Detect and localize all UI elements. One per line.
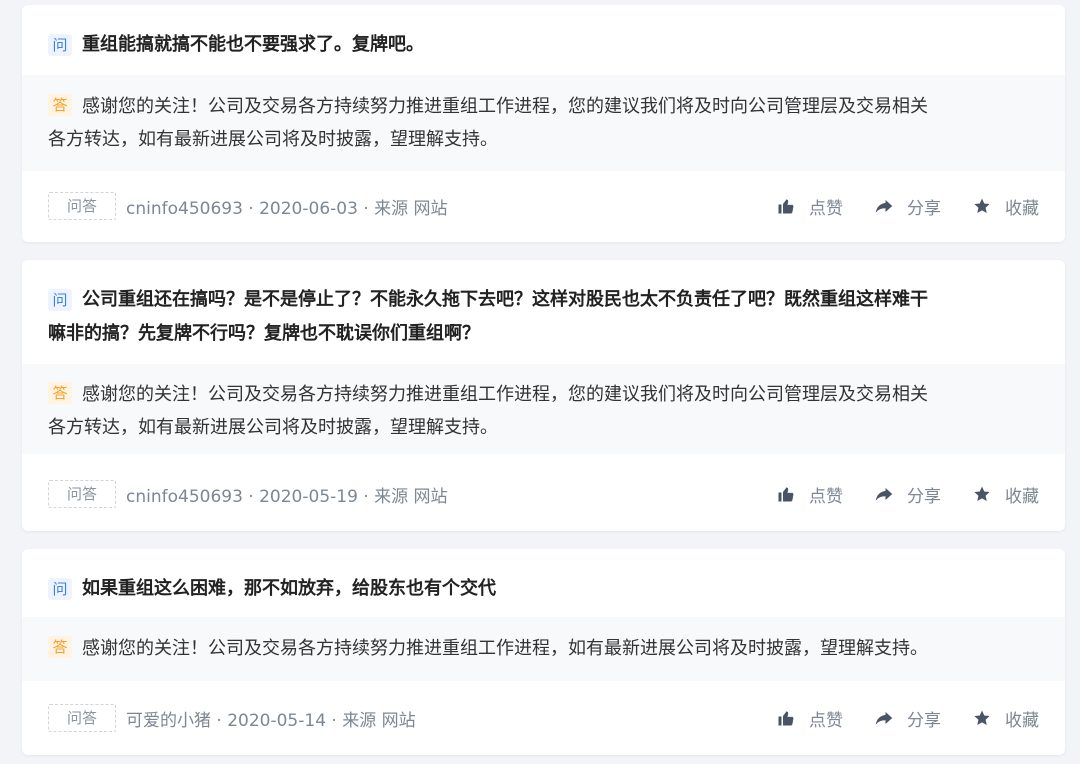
answer-line: 各方转达，如有最新进展公司将及时披露，望理解支持。 <box>48 129 498 150</box>
answer-line: 感谢您的关注！公司及交易各方持续努力推进重组工作进程，您的建议我们将及时向公司管… <box>82 96 928 117</box>
favorite-label: 收藏 <box>1005 198 1039 219</box>
share-button[interactable]: 分享 <box>875 482 941 507</box>
qa-card: 问 公司重组还在搞吗？是不是停止了？不能永久拖下去吧？这样对股民也太不负责任了吧… <box>22 260 1065 531</box>
meta-row: 问答 可爱的小猪 · 2020-05-14 · 来源 网站 点赞 分享 收藏 <box>48 703 1039 733</box>
star-icon <box>974 198 990 214</box>
answer-line: 感谢您的关注！公司及交易各方持续努力推进重组工作进程，您的建议我们将及时向公司管… <box>82 384 928 405</box>
qa-tag: 问答 <box>48 192 116 220</box>
answer-text: 答感谢您的关注！公司及交易各方持续努力推进重组工作进程，您的建议我们将及时向公司… <box>48 378 1039 444</box>
share-label: 分享 <box>907 486 941 507</box>
question-badge: 问 <box>48 578 72 600</box>
action-bar: 点赞 分享 收藏 <box>745 194 1039 219</box>
question-line: 嘛非的搞？先复牌不行吗？复牌也不耽误你们重组啊？ <box>48 323 480 344</box>
thumbs-up-icon <box>778 199 794 214</box>
like-label: 点赞 <box>809 486 843 507</box>
meta-info: 可爱的小猪 · 2020-05-14 · 来源 网站 <box>126 710 416 731</box>
question-badge: 问 <box>48 289 72 311</box>
answer-badge: 答 <box>48 382 72 404</box>
like-label: 点赞 <box>809 710 843 731</box>
favorite-button[interactable]: 收藏 <box>973 194 1039 219</box>
favorite-button[interactable]: 收藏 <box>973 482 1039 507</box>
thumbs-up-icon <box>778 487 794 502</box>
answer-badge: 答 <box>48 636 72 658</box>
favorite-button[interactable]: 收藏 <box>973 706 1039 731</box>
question-text[interactable]: 重组能搞就搞不能也不要强求了。复牌吧。 <box>82 28 424 62</box>
question-row: 问 公司重组还在搞吗？是不是停止了？不能永久拖下去吧？这样对股民也太不负责任了吧… <box>22 260 1065 364</box>
like-button[interactable]: 点赞 <box>777 706 843 731</box>
answer-line: 感谢您的关注！公司及交易各方持续努力推进重组工作进程，如有最新进展公司将及时披露… <box>82 638 928 659</box>
qa-card: 问 重组能搞就搞不能也不要强求了。复牌吧。 答感谢您的关注！公司及交易各方持续努… <box>22 5 1065 242</box>
meta-row: 问答 cninfo450693 · 2020-06-03 · 来源 网站 点赞 … <box>48 191 1039 221</box>
share-label: 分享 <box>907 198 941 219</box>
answer-badge: 答 <box>48 94 72 116</box>
like-button[interactable]: 点赞 <box>777 194 843 219</box>
question-row: 问 重组能搞就搞不能也不要强求了。复牌吧。 <box>22 5 1065 75</box>
action-bar: 点赞 分享 收藏 <box>745 482 1039 507</box>
answer-block: 答感谢您的关注！公司及交易各方持续努力推进重组工作进程，如有最新进展公司将及时披… <box>22 617 1065 681</box>
question-text[interactable]: 公司重组还在搞吗？是不是停止了？不能永久拖下去吧？这样对股民也太不负责任了吧？既… <box>48 283 928 351</box>
qa-card: 问 如果重组这么困难，那不如放弃，给股东也有个交代 答感谢您的关注！公司及交易各… <box>22 549 1065 755</box>
meta-info: cninfo450693 · 2020-06-03 · 来源 网站 <box>126 198 448 219</box>
answer-text: 答感谢您的关注！公司及交易各方持续努力推进重组工作进程，您的建议我们将及时向公司… <box>48 90 1039 156</box>
share-arrow-icon <box>875 488 893 501</box>
action-bar: 点赞 分享 收藏 <box>745 706 1039 731</box>
share-arrow-icon <box>875 200 893 213</box>
question-row: 问 如果重组这么困难，那不如放弃，给股东也有个交代 <box>22 549 1065 617</box>
answer-block: 答感谢您的关注！公司及交易各方持续努力推进重组工作进程，您的建议我们将及时向公司… <box>22 75 1065 171</box>
meta-row: 问答 cninfo450693 · 2020-05-19 · 来源 网站 点赞 … <box>48 479 1039 509</box>
question-line: 公司重组还在搞吗？是不是停止了？不能永久拖下去吧？这样对股民也太不负责任了吧？既… <box>82 289 928 310</box>
answer-line: 各方转达，如有最新进展公司将及时披露，望理解支持。 <box>48 417 498 438</box>
star-icon <box>974 710 990 726</box>
thumbs-up-icon <box>778 711 794 726</box>
favorite-label: 收藏 <box>1005 710 1039 731</box>
star-icon <box>974 486 990 502</box>
share-button[interactable]: 分享 <box>875 194 941 219</box>
like-button[interactable]: 点赞 <box>777 482 843 507</box>
answer-text: 答感谢您的关注！公司及交易各方持续努力推进重组工作进程，如有最新进展公司将及时披… <box>48 632 1039 665</box>
share-button[interactable]: 分享 <box>875 706 941 731</box>
share-arrow-icon <box>875 712 893 725</box>
like-label: 点赞 <box>809 198 843 219</box>
meta-info: cninfo450693 · 2020-05-19 · 来源 网站 <box>126 486 448 507</box>
question-text[interactable]: 如果重组这么困难，那不如放弃，给股东也有个交代 <box>82 572 496 606</box>
favorite-label: 收藏 <box>1005 486 1039 507</box>
qa-tag: 问答 <box>48 704 116 732</box>
qa-tag: 问答 <box>48 480 116 508</box>
share-label: 分享 <box>907 710 941 731</box>
question-badge: 问 <box>48 34 72 56</box>
answer-block: 答感谢您的关注！公司及交易各方持续努力推进重组工作进程，您的建议我们将及时向公司… <box>22 364 1065 454</box>
